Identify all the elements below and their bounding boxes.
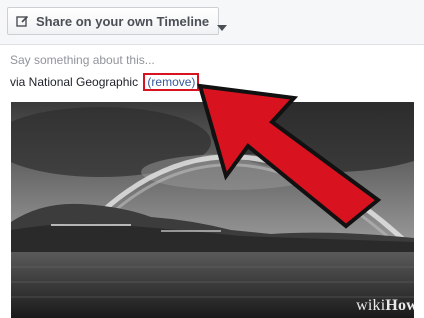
remove-attribution-link[interactable]: (remove) — [147, 75, 195, 89]
share-destination-dropdown[interactable]: Share on your own Timeline — [7, 7, 228, 35]
wikihow-watermark: wikiHow — [356, 297, 418, 315]
attribution-text: via National Geographic — [10, 75, 139, 89]
share-toolbar: Share on your own Timeline — [0, 0, 424, 45]
share-destination-label: Share on your own Timeline — [36, 13, 210, 29]
chevron-down-icon — [217, 18, 228, 31]
red-arrow-annotation — [196, 80, 386, 235]
remove-highlight-box: (remove) — [143, 73, 200, 91]
share-message-input[interactable]: Say something about this... — [10, 53, 414, 67]
watermark-wiki: wiki — [356, 297, 386, 314]
attribution-line: via National Geographic (remove) — [10, 73, 200, 91]
pencil-edit-icon — [16, 15, 29, 28]
watermark-how: How — [385, 297, 418, 314]
